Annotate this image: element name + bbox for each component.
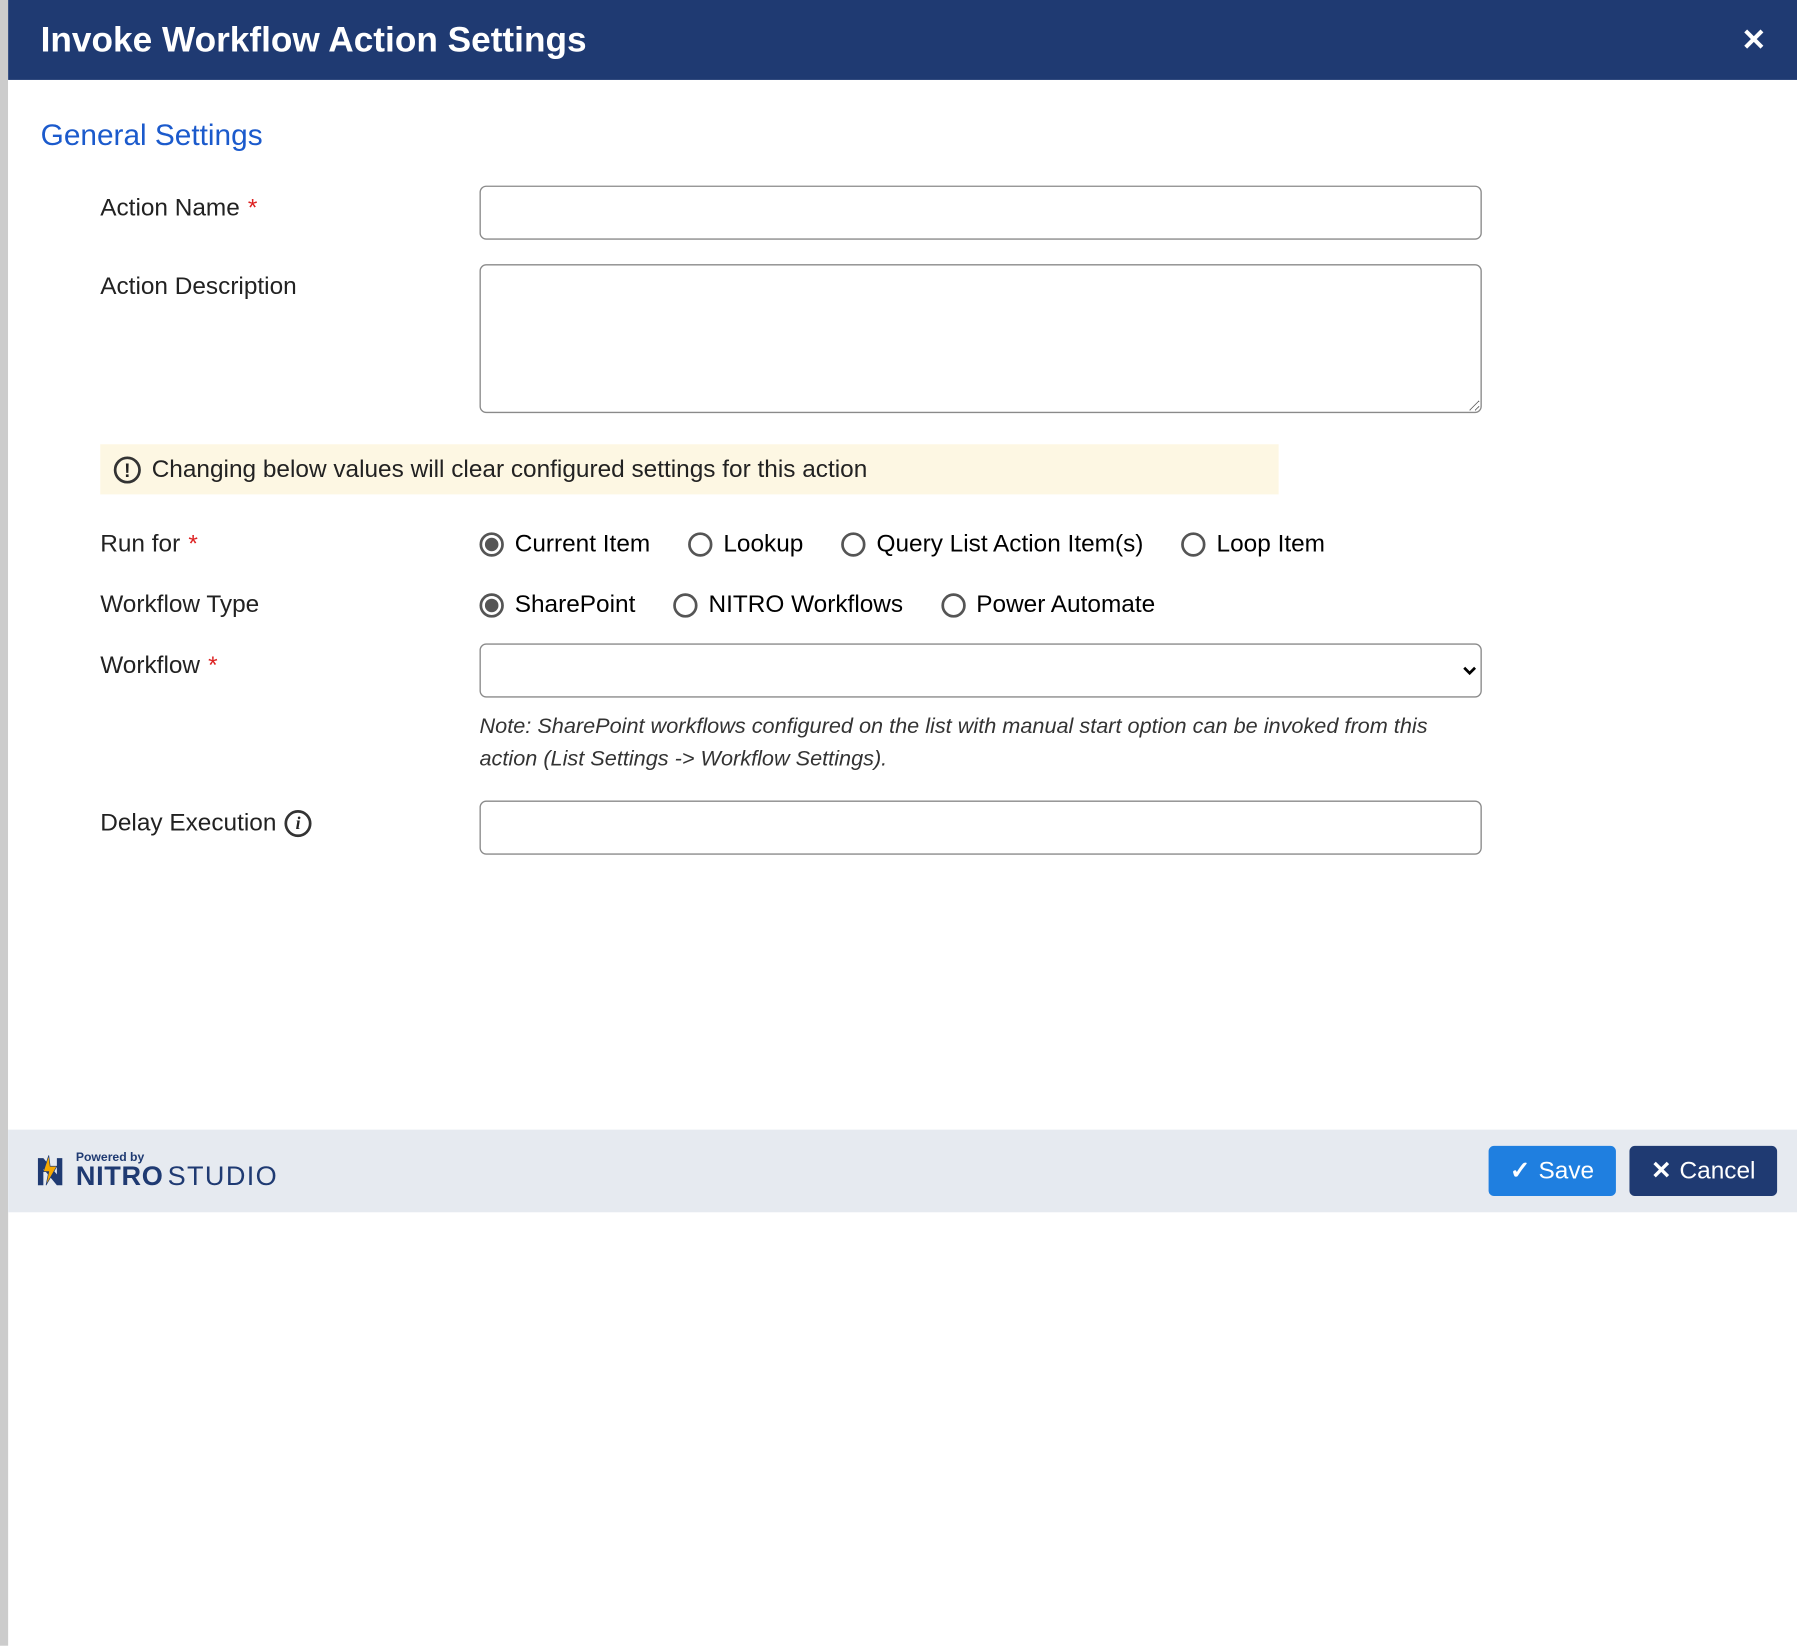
action-description-input[interactable] [479, 264, 1481, 413]
modal-title: Invoke Workflow Action Settings [41, 19, 587, 61]
workflow-type-radio-group: SharePoint NITRO Workflows Power Automat… [479, 582, 1481, 619]
check-icon [1510, 1157, 1530, 1185]
radio-icon [479, 593, 503, 617]
required-indicator: * [248, 194, 258, 222]
close-button[interactable]: ✕ [1741, 25, 1766, 55]
delay-execution-input[interactable] [479, 801, 1481, 855]
label-delay-execution: Delay Execution i [100, 801, 479, 838]
run-for-radio-group: Current Item Lookup Query List Action It… [479, 521, 1481, 558]
row-run-for: Run for* Current Item Lookup Query List … [41, 521, 1767, 558]
radio-icon [479, 532, 503, 556]
row-delay-execution: Delay Execution i [41, 801, 1767, 855]
label-workflow: Workflow* [100, 643, 479, 680]
modal-body: General Settings Action Name* Action Des… [8, 80, 1797, 1130]
required-indicator: * [208, 652, 218, 680]
radio-workflow-type-nitro[interactable]: NITRO Workflows [673, 591, 903, 619]
brand-logo-icon [30, 1152, 68, 1190]
radio-workflow-type-power-automate[interactable]: Power Automate [941, 591, 1155, 619]
row-workflow-type: Workflow Type SharePoint NITRO Workflows… [41, 582, 1767, 619]
row-action-description: Action Description [41, 264, 1767, 420]
brand-name: NITROSTUDIO [76, 1164, 278, 1191]
radio-workflow-type-sharepoint[interactable]: SharePoint [479, 591, 635, 619]
radio-run-for-current-item[interactable]: Current Item [479, 530, 650, 558]
row-workflow: Workflow* Note: SharePoint workflows con… [41, 643, 1767, 776]
radio-icon [1181, 532, 1205, 556]
modal-header: Invoke Workflow Action Settings ✕ [8, 0, 1797, 80]
footer-buttons: Save Cancel [1488, 1146, 1777, 1196]
label-run-for: Run for* [100, 521, 479, 558]
row-action-name: Action Name* [41, 186, 1767, 240]
x-icon [1651, 1157, 1671, 1185]
radio-icon [688, 532, 712, 556]
info-icon[interactable]: i [285, 809, 312, 836]
radio-icon [673, 593, 697, 617]
action-name-input[interactable] [479, 186, 1481, 240]
modal-footer: Powered by NITROSTUDIO Save Cancel [8, 1130, 1797, 1213]
workflow-note: Note: SharePoint workflows configured on… [479, 711, 1481, 776]
label-action-description: Action Description [100, 264, 479, 301]
warning-text: Changing below values will clear configu… [152, 455, 868, 483]
label-action-name: Action Name* [100, 186, 479, 223]
warning-icon: ! [114, 456, 141, 483]
required-indicator: * [188, 530, 198, 558]
warning-banner: ! Changing below values will clear confi… [100, 444, 1278, 494]
radio-run-for-loop-item[interactable]: Loop Item [1181, 530, 1325, 558]
cancel-button[interactable]: Cancel [1629, 1146, 1777, 1196]
section-title: General Settings [41, 118, 1767, 153]
radio-run-for-query-list[interactable]: Query List Action Item(s) [841, 530, 1143, 558]
radio-icon [841, 532, 865, 556]
radio-run-for-lookup[interactable]: Lookup [688, 530, 803, 558]
radio-icon [941, 593, 965, 617]
close-icon: ✕ [1741, 22, 1766, 56]
label-workflow-type: Workflow Type [100, 582, 479, 619]
save-button[interactable]: Save [1488, 1146, 1615, 1196]
workflow-select[interactable] [479, 643, 1481, 697]
brand-logo: Powered by NITROSTUDIO [30, 1151, 278, 1190]
